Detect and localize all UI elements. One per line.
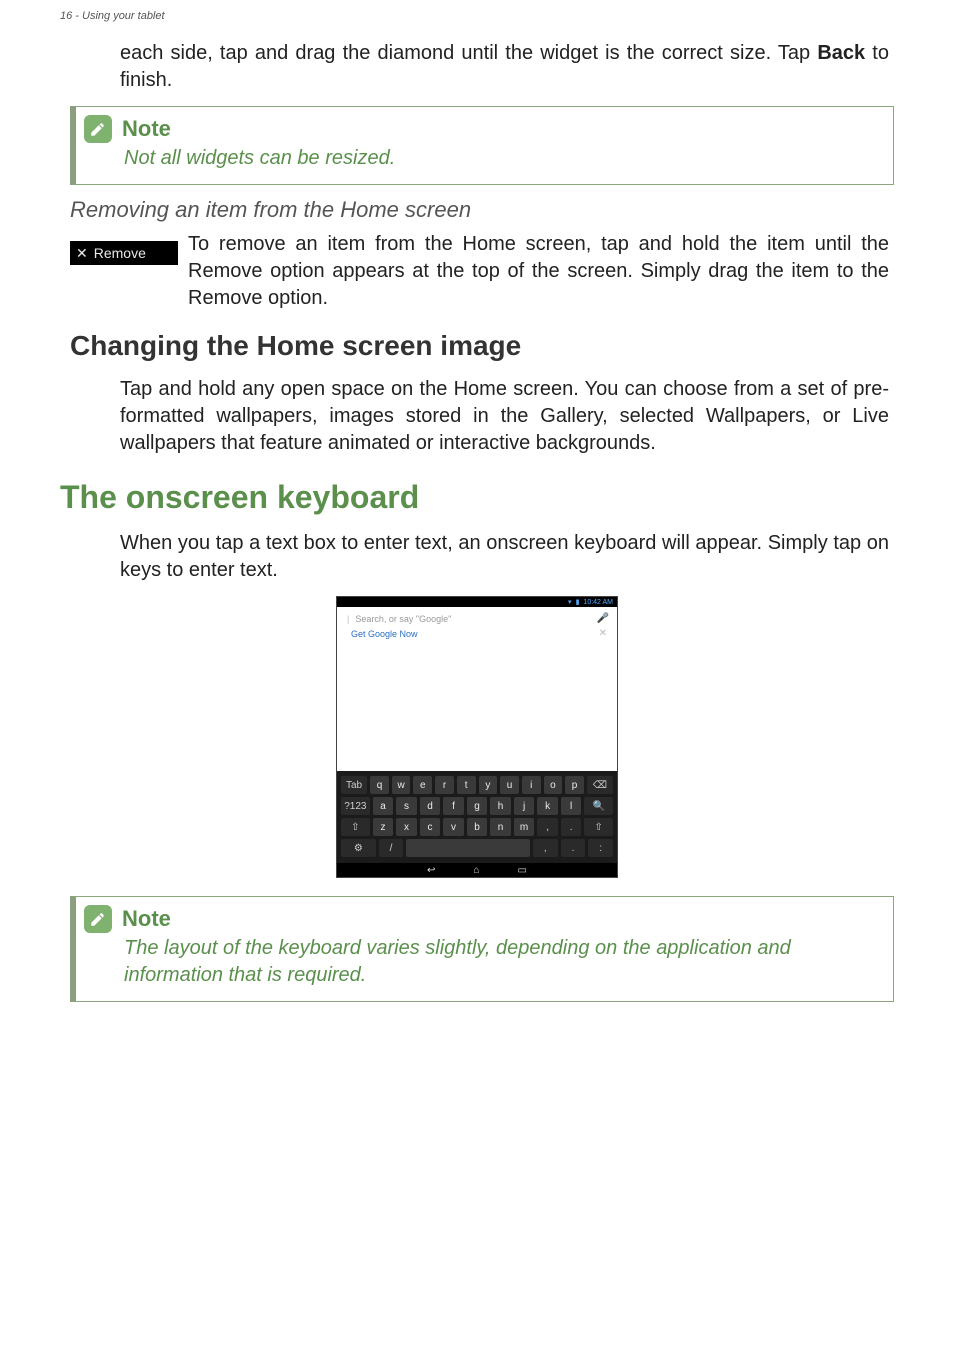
remove-badge-label: Remove <box>94 245 146 261</box>
key-i[interactable]: i <box>522 776 541 794</box>
key-d[interactable]: d <box>420 797 441 815</box>
key-x[interactable]: x <box>396 818 417 836</box>
key-l[interactable]: l <box>561 797 582 815</box>
note-body-2: The layout of the keyboard varies slight… <box>124 935 877 989</box>
mic-icon[interactable]: 🎤 <box>597 613 609 624</box>
text: option appears at the top of the screen.… <box>262 260 889 282</box>
battery-icon: ▮ <box>576 598 580 606</box>
suggest-row[interactable]: Get Google Now ✕ <box>337 628 617 643</box>
text: each side, tap and drag the diamond unti… <box>120 42 817 64</box>
kbd-row-4: ⚙ / , . : <box>341 839 613 857</box>
key-period-2[interactable]: . <box>561 839 586 857</box>
status-time: 10:42 AM <box>583 599 613 606</box>
key-e[interactable]: e <box>413 776 432 794</box>
key-settings[interactable]: ⚙ <box>341 839 376 857</box>
key-f[interactable]: f <box>443 797 464 815</box>
kbd-row-1: Tab q w e r t y u i o p ⌫ <box>341 776 613 794</box>
key-k[interactable]: k <box>537 797 558 815</box>
blank-area <box>337 643 617 771</box>
key-shift-right[interactable]: ⇧ <box>584 818 613 836</box>
key-q[interactable]: q <box>370 776 389 794</box>
heading-changing-image: Changing the Home screen image <box>70 330 954 362</box>
key-w[interactable]: w <box>392 776 411 794</box>
key-g[interactable]: g <box>467 797 488 815</box>
key-s[interactable]: s <box>396 797 417 815</box>
pencil-icon <box>84 115 112 143</box>
paragraph-changing-image: Tap and hold any open space on the Home … <box>120 376 889 457</box>
search-placeholder: Search, or say "Google" <box>355 614 451 624</box>
nav-back-icon[interactable]: ↩ <box>427 865 435 876</box>
page-header: 16 - Using your tablet <box>0 0 954 26</box>
close-icon[interactable]: ✕ <box>599 628 607 639</box>
wifi-icon: ▾ <box>568 598 572 606</box>
nav-recent-icon[interactable]: ▭ <box>517 865 526 876</box>
key-u[interactable]: u <box>500 776 519 794</box>
note-body-1: Not all widgets can be resized. <box>124 145 877 172</box>
suggest-text: Get Google Now <box>351 629 418 639</box>
nav-home-icon[interactable]: ⌂ <box>473 865 479 876</box>
key-t[interactable]: t <box>457 776 476 794</box>
key-c[interactable]: c <box>420 818 441 836</box>
key-z[interactable]: z <box>373 818 394 836</box>
key-m[interactable]: m <box>514 818 535 836</box>
search-row[interactable]: | Search, or say "Google" 🎤 <box>337 607 617 628</box>
key-comma[interactable]: , <box>537 818 558 836</box>
kbd-row-2: ?123 a s d f g h j k l 🔍 <box>341 797 613 815</box>
key-n[interactable]: n <box>490 818 511 836</box>
key-y[interactable]: y <box>479 776 498 794</box>
key-p[interactable]: p <box>565 776 584 794</box>
key-r[interactable]: r <box>435 776 454 794</box>
close-icon: ✕ <box>76 245 88 262</box>
android-nav-bar: ↩ ⌂ ▭ <box>337 863 617 877</box>
text-bold-back: Back <box>817 42 865 64</box>
key-comma-2[interactable]: , <box>533 839 558 857</box>
paragraph-resize-widget: each side, tap and drag the diamond unti… <box>120 40 889 94</box>
note-title: Note <box>122 116 171 142</box>
key-h[interactable]: h <box>490 797 511 815</box>
paragraph-onscreen-intro: When you tap a text box to enter text, a… <box>120 530 889 584</box>
text: To remove an item from the Home screen, … <box>188 233 889 255</box>
note-box-2: Note The layout of the keyboard varies s… <box>70 896 894 1002</box>
note-box-1: Note Not all widgets can be resized. <box>70 106 894 185</box>
remove-badge: ✕ Remove <box>70 241 178 265</box>
text: option. <box>262 287 328 309</box>
kbd-row-3: ⇧ z x c v b n m , . ⇧ <box>341 818 613 836</box>
heading-removing-item: Removing an item from the Home screen <box>70 197 954 223</box>
key-shift-left[interactable]: ⇧ <box>341 818 370 836</box>
key-slash[interactable]: / <box>379 839 404 857</box>
key-space[interactable] <box>406 839 530 857</box>
key-b[interactable]: b <box>467 818 488 836</box>
key-tab[interactable]: Tab <box>341 776 367 794</box>
paragraph-remove-item: To remove an item from the Home screen, … <box>188 231 889 312</box>
key-v[interactable]: v <box>443 818 464 836</box>
text-bold-remove-1: Remove <box>188 260 262 282</box>
key-search[interactable]: 🔍 <box>584 797 613 815</box>
text-bold-remove-2: Remove <box>188 287 262 309</box>
key-period[interactable]: . <box>561 818 582 836</box>
key-j[interactable]: j <box>514 797 535 815</box>
key-colon[interactable]: : <box>588 839 613 857</box>
key-123[interactable]: ?123 <box>341 797 370 815</box>
note-title: Note <box>122 906 171 932</box>
key-a[interactable]: a <box>373 797 394 815</box>
heading-onscreen-keyboard: The onscreen keyboard <box>60 479 954 516</box>
onscreen-keyboard[interactable]: Tab q w e r t y u i o p ⌫ ?123 a s <box>337 771 617 863</box>
key-o[interactable]: o <box>544 776 563 794</box>
key-backspace[interactable]: ⌫ <box>587 776 613 794</box>
status-bar: ▾ ▮ 10:42 AM <box>337 597 617 607</box>
pencil-icon <box>84 905 112 933</box>
tablet-screenshot: ▾ ▮ 10:42 AM | Search, or say "Google" 🎤… <box>336 596 618 878</box>
